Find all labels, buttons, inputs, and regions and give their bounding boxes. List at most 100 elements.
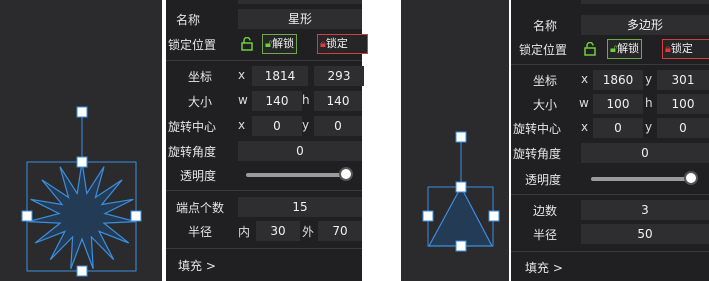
rotate-handle[interactable] (76, 106, 88, 118)
rot-x-axis-label: x (238, 118, 246, 132)
coord-label: 坐标 (533, 74, 558, 88)
size-h-input[interactable]: 100 (657, 94, 709, 114)
angle-row: 旋转角度 0 (511, 142, 709, 164)
radius-row: 半径 50 (511, 223, 709, 245)
sides-row: 边数 3 (511, 199, 709, 221)
separator (511, 64, 709, 65)
rot-y-axis-label: y (302, 118, 310, 132)
polygon-properties: 名称 多边形 锁定位置 🔓︎解锁 🔒︎锁定 坐标 x 1860 y 301 大小… (511, 0, 709, 281)
fill-toggle[interactable]: 填充 > (178, 257, 216, 274)
separator (166, 190, 362, 191)
rot-x-input[interactable]: 0 (252, 116, 302, 136)
radius-input[interactable]: 50 (581, 224, 709, 244)
x-axis-label: x (238, 68, 246, 82)
opacity-row: 透明度 (511, 168, 709, 190)
separator (166, 248, 362, 249)
size-row: 大小 w 100 h 100 (511, 93, 709, 115)
name-input[interactable]: 星形 (238, 9, 362, 29)
angle-input[interactable]: 0 (581, 143, 709, 163)
rot-y-input[interactable]: 0 (657, 118, 709, 138)
rot-x-input[interactable]: 0 (593, 118, 643, 138)
star-editor-panel: 名称 星形 锁定位置 🔓︎解锁 🔒︎锁定 坐标 x 1814 y 293 (0, 0, 368, 281)
unlock-button[interactable]: 🔓︎解锁 (262, 34, 298, 54)
left-resize-handle[interactable] (422, 210, 434, 222)
unlock-button[interactable]: 🔓︎解锁 (607, 39, 643, 59)
right-resize-handle[interactable] (488, 210, 500, 222)
top-resize-handle[interactable] (76, 156, 88, 168)
name-label: 名称 (176, 13, 201, 27)
size-label: 大小 (188, 95, 213, 109)
opacity-slider-knob[interactable] (339, 167, 353, 181)
star-shape-svg (21, 106, 142, 277)
rot-x-axis-label: x (581, 120, 589, 134)
rotate-handle[interactable] (455, 131, 467, 143)
fill-row[interactable]: 填充 > (511, 256, 709, 278)
top-resize-handle[interactable] (455, 181, 467, 193)
unlocked-icon (241, 37, 253, 51)
fill-toggle[interactable]: 填充 > (525, 259, 563, 276)
coord-label: 坐标 (188, 70, 213, 84)
name-label: 名称 (533, 19, 558, 33)
bottom-resize-handle[interactable] (76, 265, 88, 277)
unlocked-icon (584, 42, 596, 56)
angle-label: 旋转角度 (513, 147, 562, 161)
bottom-resize-handle[interactable] (455, 240, 467, 252)
polygon-editor-panel: 名称 多边形 锁定位置 🔓︎解锁 🔒︎锁定 坐标 x 1860 y 301 大小… (401, 0, 709, 281)
name-input[interactable]: 多边形 (581, 15, 709, 35)
size-w-input[interactable]: 100 (593, 94, 643, 114)
coord-x-input[interactable]: 1860 (593, 70, 643, 90)
rotation-center-label: 旋转中心 (168, 120, 217, 134)
points-row: 端点个数 15 (166, 196, 362, 218)
size-h-input[interactable]: 140 (314, 91, 362, 111)
size-w-input[interactable]: 140 (252, 91, 302, 111)
coord-y-input[interactable]: 293 (314, 66, 364, 86)
polygon-canvas[interactable] (401, 0, 509, 281)
rotation-center-label: 旋转中心 (513, 122, 562, 136)
opacity-slider-track[interactable] (246, 173, 346, 177)
star-shape[interactable] (28, 161, 136, 270)
size-label: 大小 (533, 98, 558, 112)
lock-button[interactable]: 🔒︎锁定 (662, 39, 709, 59)
y-axis-label: y (645, 72, 653, 86)
h-axis-label: h (645, 96, 653, 110)
coord-x-input[interactable]: 1814 (252, 66, 308, 86)
w-axis-label: w (579, 96, 589, 110)
sides-label: 边数 (533, 204, 558, 218)
rotation-center-row: 旋转中心 x 0 y 0 (511, 117, 709, 139)
sides-input[interactable]: 3 (581, 200, 709, 220)
radius-label: 半径 (533, 228, 558, 242)
x-axis-label: x (581, 72, 589, 86)
inner-radius-input[interactable]: 30 (256, 221, 300, 241)
opacity-label: 透明度 (525, 173, 562, 187)
coord-y-input[interactable]: 301 (657, 70, 709, 90)
points-input[interactable]: 15 (238, 197, 362, 217)
inner-label: 内 (238, 225, 251, 239)
angle-input[interactable]: 0 (238, 141, 362, 161)
rot-y-axis-label: y (645, 120, 653, 134)
angle-row: 旋转角度 0 (166, 140, 362, 162)
separator (166, 60, 362, 61)
left-resize-handle[interactable] (21, 210, 33, 222)
outer-radius-input[interactable]: 70 (318, 221, 362, 241)
lock-button[interactable]: 🔒︎锁定 (317, 34, 368, 54)
triangle-shape[interactable] (427, 185, 493, 247)
star-canvas[interactable] (0, 0, 162, 281)
lock-position-label: 锁定位置 (519, 43, 568, 57)
lock-row: 锁定位置 🔓︎解锁 🔒︎锁定 (166, 33, 368, 55)
lock-label: 锁定 (670, 42, 693, 55)
points-label: 端点个数 (176, 201, 225, 215)
fill-row[interactable]: 填充 > (166, 254, 362, 276)
w-axis-label: w (238, 93, 248, 107)
rot-y-input[interactable]: 0 (314, 116, 362, 136)
angle-label: 旋转角度 (168, 145, 217, 159)
outer-label: 外 (302, 225, 315, 239)
right-resize-handle[interactable] (130, 210, 142, 222)
separator (511, 251, 709, 252)
opacity-slider-track[interactable] (591, 177, 691, 181)
star-properties: 名称 星形 锁定位置 🔓︎解锁 🔒︎锁定 坐标 x 1814 y 293 (166, 0, 368, 281)
h-axis-label: h (302, 93, 310, 107)
opacity-slider-knob[interactable] (684, 171, 698, 185)
cut-off-field (581, 0, 709, 4)
coord-row: 坐标 x 1860 y 301 (511, 69, 709, 91)
lock-label: 锁定 (325, 37, 348, 50)
